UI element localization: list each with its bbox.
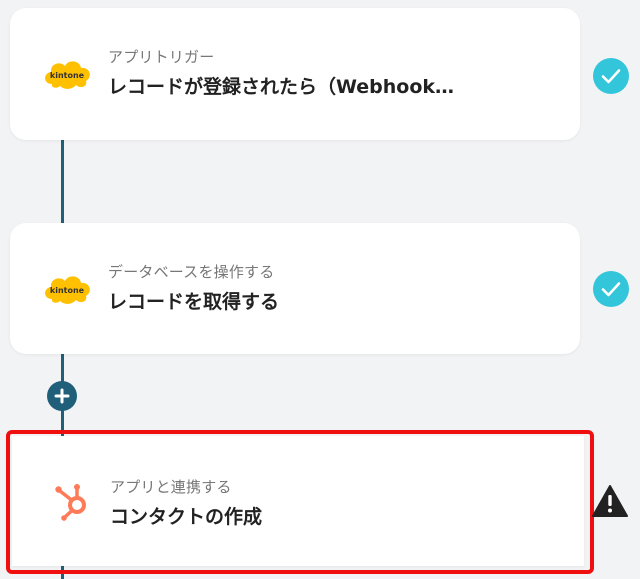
check-icon xyxy=(593,271,629,307)
step-subtitle: データベースを操作する xyxy=(108,263,275,281)
flow-step-card-trigger[interactable]: kintone アプリトリガー レコードが登録されたら（Webhook… xyxy=(10,8,580,140)
warning-icon xyxy=(592,485,628,517)
flow-step-card-create-contact[interactable]: アプリと連携する コンタクトの作成 xyxy=(12,436,584,566)
step-subtitle: アプリトリガー xyxy=(108,48,215,66)
step-title: レコードを取得する xyxy=(108,291,280,313)
kintone-icon: kintone xyxy=(45,276,90,304)
svg-text:kintone: kintone xyxy=(50,71,85,80)
flow-connector-line xyxy=(61,566,64,579)
step-subtitle: アプリと連携する xyxy=(110,478,232,496)
svg-text:kintone: kintone xyxy=(50,286,85,295)
step-title: コンタクトの作成 xyxy=(110,506,263,528)
flow-connector-line xyxy=(61,140,64,223)
step-title: レコードが登録されたら（Webhook… xyxy=(108,76,455,98)
add-step-button[interactable] xyxy=(47,381,77,411)
check-icon xyxy=(593,58,629,94)
plus-icon xyxy=(54,388,70,404)
flow-step-card-get-record[interactable]: kintone データベースを操作する レコードを取得する xyxy=(10,223,580,354)
kintone-icon: kintone xyxy=(45,61,90,89)
hubspot-icon xyxy=(55,484,86,521)
